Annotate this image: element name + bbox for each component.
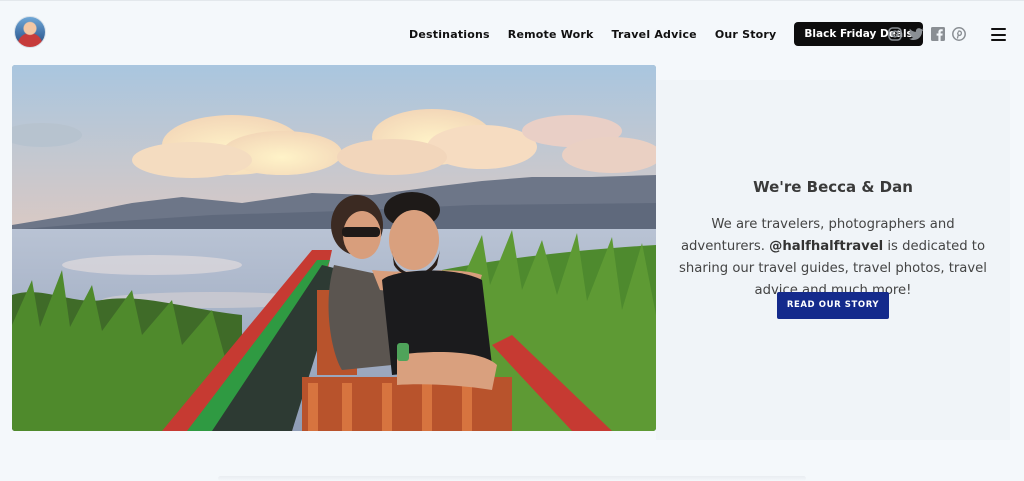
about-card: We're Becca & Dan We are travelers, phot…	[656, 80, 1010, 440]
site-header: Destinations Remote Work Travel Advice O…	[0, 0, 1024, 66]
nav-destinations[interactable]: Destinations	[409, 28, 490, 41]
pinterest-icon[interactable]	[952, 27, 966, 41]
facebook-icon[interactable]	[931, 27, 945, 41]
next-section-edge	[218, 476, 806, 481]
instagram-icon[interactable]	[888, 27, 902, 41]
nav-our-story[interactable]: Our Story	[715, 28, 777, 41]
read-our-story-button[interactable]: READ OUR STORY	[777, 292, 889, 319]
hamburger-menu-icon[interactable]	[991, 28, 1006, 41]
about-description: We are travelers, photographers and adve…	[670, 214, 996, 302]
nav-travel-advice[interactable]: Travel Advice	[612, 28, 697, 41]
instagram-handle[interactable]: @halfhalftravel	[769, 239, 883, 254]
twitter-icon[interactable]	[909, 27, 924, 41]
couple-in-boat-on-lake-photo	[12, 65, 656, 431]
avatar-logo-icon[interactable]	[14, 16, 46, 48]
main-nav: Destinations Remote Work Travel Advice O…	[409, 22, 923, 46]
nav-remote-work[interactable]: Remote Work	[508, 28, 594, 41]
social-links	[888, 27, 973, 41]
about-title: We're Becca & Dan	[753, 178, 913, 196]
